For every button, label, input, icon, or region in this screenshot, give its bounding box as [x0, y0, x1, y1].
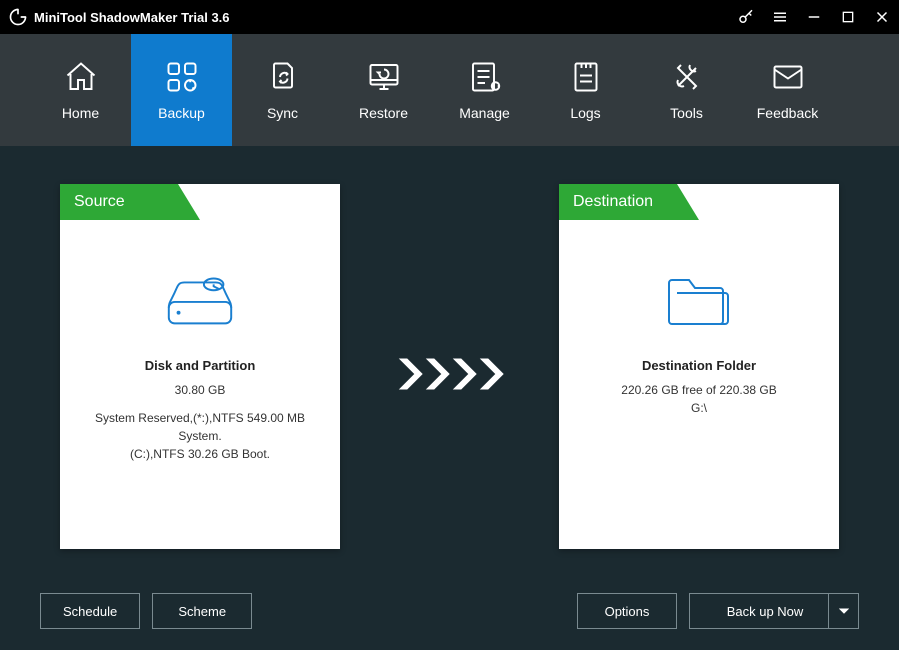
backup-now-button[interactable]: Back up Now — [689, 593, 859, 629]
nav-restore[interactable]: Restore — [333, 34, 434, 146]
nav-sync[interactable]: Sync — [232, 34, 333, 146]
scheme-button[interactable]: Scheme — [152, 593, 252, 629]
nav-manage[interactable]: Manage — [434, 34, 535, 146]
manage-icon — [467, 59, 503, 95]
backup-now-label: Back up Now — [727, 604, 804, 619]
nav-home[interactable]: Home — [30, 34, 131, 146]
home-icon — [63, 59, 99, 95]
destination-tab: Destination — [559, 184, 699, 220]
options-button[interactable]: Options — [577, 593, 677, 629]
tools-icon — [669, 59, 705, 95]
nav-label: Tools — [670, 105, 703, 121]
app-logo-icon — [8, 7, 28, 27]
destination-path: G:\ — [559, 399, 839, 417]
feedback-icon — [770, 59, 806, 95]
menu-icon[interactable] — [763, 0, 797, 34]
key-icon[interactable] — [729, 0, 763, 34]
source-title: Disk and Partition — [60, 358, 340, 373]
nav-tools[interactable]: Tools — [636, 34, 737, 146]
maximize-button[interactable] — [831, 0, 865, 34]
footer: Schedule Scheme Options Back up Now — [0, 572, 899, 650]
backup-icon — [164, 59, 200, 95]
logs-icon — [568, 59, 604, 95]
app-window: MiniTool ShadowMaker Trial 3.6 Home — [0, 0, 899, 650]
source-size: 30.80 GB — [60, 381, 340, 399]
restore-icon — [366, 59, 402, 95]
nav-feedback[interactable]: Feedback — [737, 34, 838, 146]
nav-label: Feedback — [757, 105, 818, 121]
arrows-icon — [395, 354, 505, 394]
folder-icon — [559, 254, 839, 344]
destination-title: Destination Folder — [559, 358, 839, 373]
nav-label: Sync — [267, 105, 298, 121]
minimize-button[interactable] — [797, 0, 831, 34]
main-nav: Home Backup Sync Restore Manage — [0, 34, 899, 146]
source-detail2: (C:),NTFS 30.26 GB Boot. — [60, 445, 340, 463]
disk-icon — [60, 254, 340, 344]
app-title: MiniTool ShadowMaker Trial 3.6 — [34, 10, 230, 25]
titlebar: MiniTool ShadowMaker Trial 3.6 — [0, 0, 899, 34]
sync-icon — [265, 59, 301, 95]
nav-label: Backup — [158, 105, 205, 121]
dropdown-caret-icon[interactable] — [828, 594, 858, 628]
main-area: Source Disk and Partition 30.80 GB — [0, 146, 899, 572]
source-card[interactable]: Source Disk and Partition 30.80 GB — [60, 184, 340, 549]
nav-backup[interactable]: Backup — [131, 34, 232, 146]
source-tab: Source — [60, 184, 200, 220]
destination-free: 220.26 GB free of 220.38 GB — [559, 381, 839, 399]
nav-label: Home — [62, 105, 99, 121]
nav-label: Manage — [459, 105, 510, 121]
close-button[interactable] — [865, 0, 899, 34]
destination-card[interactable]: Destination Destination Folder 220.26 GB… — [559, 184, 839, 549]
nav-label: Logs — [570, 105, 600, 121]
nav-label: Restore — [359, 105, 408, 121]
nav-logs[interactable]: Logs — [535, 34, 636, 146]
schedule-button[interactable]: Schedule — [40, 593, 140, 629]
source-detail1: System Reserved,(*:),NTFS 549.00 MB Syst… — [60, 409, 340, 445]
